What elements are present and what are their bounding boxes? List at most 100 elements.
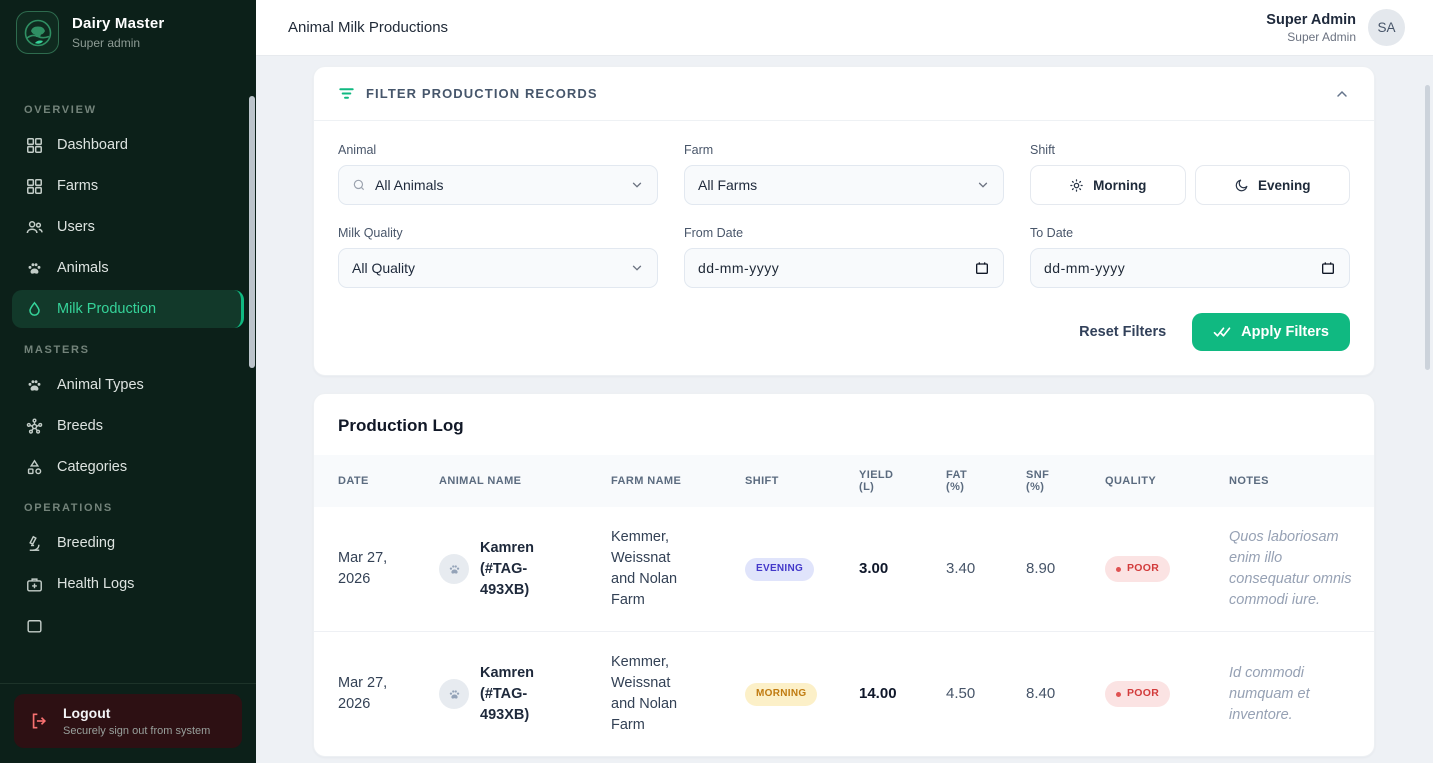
- sidebar-item-label: Breeds: [57, 418, 103, 434]
- sidebar-item-label: Breeding: [57, 535, 115, 551]
- sidebar-item-health-logs[interactable]: Health Logs: [12, 565, 244, 603]
- section-label-masters: MASTERS: [0, 344, 256, 356]
- sidebar-item-users[interactable]: Users: [12, 208, 244, 246]
- sidebar-item-milk-production[interactable]: Milk Production: [12, 290, 244, 328]
- sidebar-item-breeding[interactable]: Breeding: [12, 524, 244, 562]
- user-box[interactable]: Super Admin Super Admin SA: [1266, 9, 1405, 46]
- table-header-row: DATE ANIMAL NAME FARM NAME SHIFT YIELD (…: [314, 455, 1374, 507]
- dashboard-grid-icon: [24, 135, 44, 155]
- shift-field: Shift Morning: [1030, 143, 1350, 205]
- paw-icon: [24, 375, 44, 395]
- section-label-overview: OVERVIEW: [0, 104, 256, 116]
- sidebar-item-animals[interactable]: Animals: [12, 249, 244, 287]
- avatar[interactable]: SA: [1368, 9, 1405, 46]
- col-notes: NOTES: [1219, 455, 1374, 507]
- filter-funnel-icon: [338, 85, 355, 102]
- farms-grid-icon: [24, 176, 44, 196]
- col-date: DATE: [314, 455, 429, 507]
- to-date-input[interactable]: dd-mm-yyyy: [1030, 248, 1350, 288]
- logout-icon: [29, 711, 49, 731]
- evening-label: Evening: [1258, 178, 1311, 193]
- row-snf: 8.40: [1026, 685, 1055, 702]
- content: FILTER PRODUCTION RECORDS Animal All Ani…: [256, 56, 1433, 763]
- logout-title: Logout: [63, 705, 210, 721]
- shift-label: Shift: [1030, 143, 1350, 157]
- sidebar-item-partial[interactable]: [12, 606, 244, 644]
- morning-label: Morning: [1093, 178, 1146, 193]
- sidebar: Dairy Master Super admin OVERVIEW Dashbo…: [0, 0, 256, 763]
- row-farm-name: Kemmer, Weissnat and Nolan Farm: [611, 527, 697, 611]
- col-yield: YIELD (L): [849, 455, 936, 507]
- from-date-input[interactable]: dd-mm-yyyy: [684, 248, 1004, 288]
- sidebar-item-dashboard[interactable]: Dashboard: [12, 126, 244, 164]
- to-date-label: To Date: [1030, 226, 1350, 240]
- sidebar-item-label: Farms: [57, 178, 98, 194]
- sidebar-item-animal-types[interactable]: Animal Types: [12, 366, 244, 404]
- production-log-card: Production Log DATE ANIMAL NAME FARM NAM…: [313, 393, 1375, 757]
- animal-select[interactable]: All Animals: [338, 165, 658, 205]
- milk-quality-field: Milk Quality All Quality: [338, 226, 658, 288]
- to-date-field: To Date dd-mm-yyyy: [1030, 226, 1350, 288]
- paw-icon: [439, 554, 469, 584]
- sidebar-item-categories[interactable]: Categories: [12, 448, 244, 486]
- section-label-operations: OPERATIONS: [0, 502, 256, 514]
- shapes-icon: [24, 457, 44, 477]
- filter-card: FILTER PRODUCTION RECORDS Animal All Ani…: [313, 66, 1375, 376]
- evening-shift-button[interactable]: Evening: [1195, 165, 1351, 205]
- chevron-up-icon[interactable]: [1334, 86, 1350, 102]
- morning-shift-button[interactable]: Morning: [1030, 165, 1186, 205]
- page-scrollbar[interactable]: [1425, 85, 1430, 370]
- animal-label: Animal: [338, 143, 658, 157]
- row-fat: 3.40: [946, 560, 975, 577]
- table-row[interactable]: Mar 27, 2026 Kamren (#TAG-493XB) Kemmer,…: [314, 632, 1374, 757]
- sidebar-item-label: Health Logs: [57, 576, 134, 592]
- milk-quality-value: All Quality: [352, 260, 630, 276]
- logout-button[interactable]: Logout Securely sign out from system: [14, 694, 242, 748]
- row-animal-name: Kamren (#TAG-493XB): [480, 538, 560, 601]
- apply-filters-button[interactable]: Apply Filters: [1192, 313, 1350, 351]
- row-yield: 14.00: [859, 685, 897, 702]
- col-snf: SNF (%): [1016, 455, 1095, 507]
- chevron-down-icon: [630, 178, 644, 192]
- sidebar-item-farms[interactable]: Farms: [12, 167, 244, 205]
- sidebar-scrollbar[interactable]: [249, 96, 255, 368]
- droplet-icon: [24, 299, 44, 319]
- chevron-down-icon: [630, 261, 644, 275]
- topbar: Animal Milk Productions Super Admin Supe…: [256, 0, 1433, 56]
- filter-header[interactable]: FILTER PRODUCTION RECORDS: [314, 67, 1374, 121]
- sidebar-item-label: Milk Production: [57, 301, 156, 317]
- milk-quality-label: Milk Quality: [338, 226, 658, 240]
- sidebar-item-label: Users: [57, 219, 95, 235]
- search-icon: [352, 178, 366, 192]
- row-fat: 4.50: [946, 685, 975, 702]
- cow-logo-icon: [16, 11, 59, 54]
- calendar-icon[interactable]: [974, 260, 990, 276]
- col-animal-name: ANIMAL NAME: [429, 455, 601, 507]
- col-fat: FAT (%): [936, 455, 1016, 507]
- logout-subtitle: Securely sign out from system: [63, 725, 210, 737]
- box-icon: [24, 615, 44, 635]
- to-date-value: dd-mm-yyyy: [1044, 260, 1320, 276]
- col-quality: QUALITY: [1095, 455, 1219, 507]
- page-title: Animal Milk Productions: [288, 19, 448, 36]
- farm-select[interactable]: All Farms: [684, 165, 1004, 205]
- sun-icon: [1069, 178, 1084, 193]
- row-yield: 3.00: [859, 560, 888, 577]
- shift-badge: MORNING: [745, 683, 817, 706]
- brand: Dairy Master Super admin: [0, 0, 256, 64]
- first-aid-icon: [24, 574, 44, 594]
- sidebar-item-breeds[interactable]: Breeds: [12, 407, 244, 445]
- row-notes: Quos laboriosam enim illo consequatur om…: [1229, 527, 1364, 611]
- calendar-icon[interactable]: [1320, 260, 1336, 276]
- sidebar-item-label: Categories: [57, 459, 127, 475]
- status-dot-icon: [1116, 567, 1121, 572]
- table-row[interactable]: Mar 27, 2026 Kamren (#TAG-493XB) Kemmer,…: [314, 507, 1374, 632]
- reset-filters-button[interactable]: Reset Filters: [1069, 315, 1176, 349]
- farm-field: Farm All Farms: [684, 143, 1004, 205]
- milk-quality-select[interactable]: All Quality: [338, 248, 658, 288]
- quality-badge: POOR: [1105, 556, 1170, 581]
- sidebar-item-label: Animals: [57, 260, 109, 276]
- sidebar-nav: OVERVIEW Dashboard Farms Users Animals: [0, 64, 256, 683]
- filter-body: Animal All Animals Farm: [314, 121, 1374, 375]
- farm-select-value: All Farms: [698, 177, 976, 193]
